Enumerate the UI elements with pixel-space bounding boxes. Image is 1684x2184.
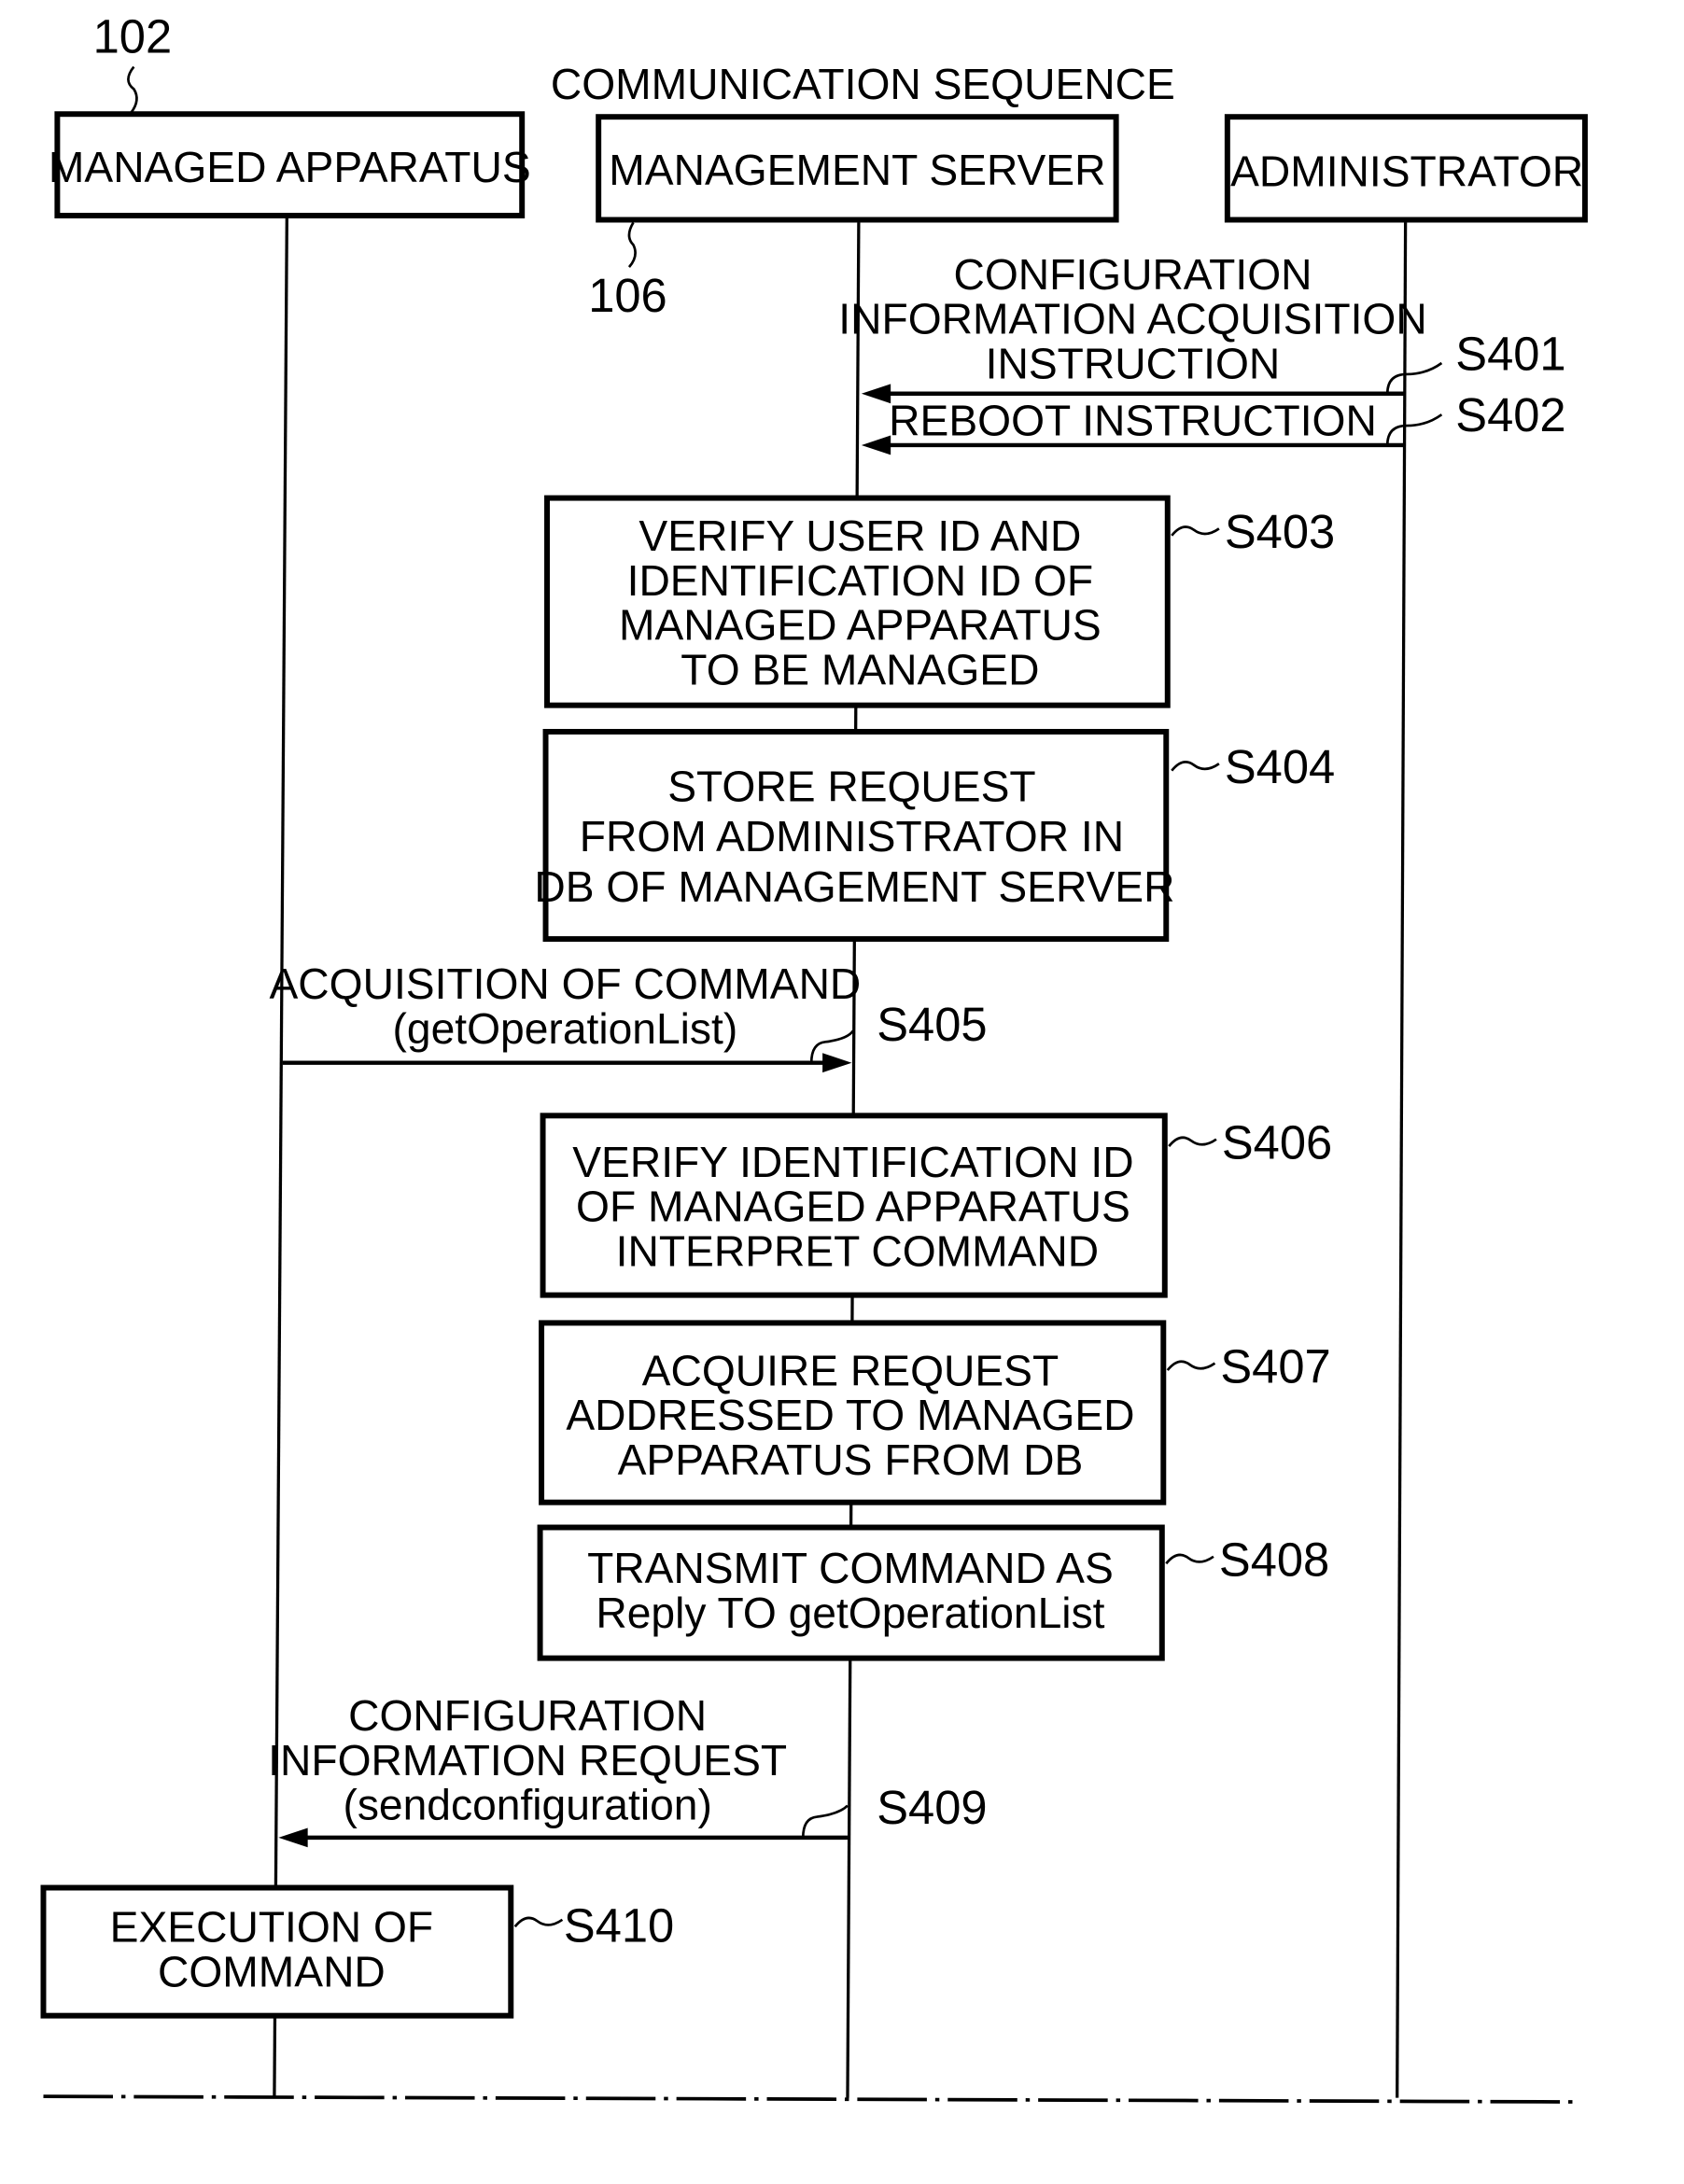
ref-leader-102 (127, 65, 138, 114)
participant-label: MANAGED APPARATUS (49, 143, 531, 191)
message-s402: REBOOT INSTRUCTION S402 (861, 388, 1566, 455)
svg-text:ACQUIRE REQUEST: ACQUIRE REQUEST (642, 1346, 1060, 1394)
ref-label-106: 106 (588, 269, 667, 322)
continuation-line (43, 2094, 1579, 2104)
arrowhead-icon (861, 384, 891, 404)
svg-text:VERIFY IDENTIFICATION ID: VERIFY IDENTIFICATION ID (572, 1138, 1133, 1186)
svg-text:INFORMATION REQUEST: INFORMATION REQUEST (268, 1736, 787, 1785)
svg-text:CONFIGURATION: CONFIGURATION (953, 250, 1312, 299)
svg-text:TRANSMIT COMMAND AS: TRANSMIT COMMAND AS (587, 1544, 1114, 1592)
ref-label-102: 102 (93, 10, 173, 63)
svg-text:FROM ADMINISTRATOR IN: FROM ADMINISTRATOR IN (580, 812, 1124, 861)
step-label: S406 (1222, 1116, 1332, 1169)
svg-text:REBOOT INSTRUCTION: REBOOT INSTRUCTION (889, 397, 1377, 445)
process-s404: STORE REQUEST FROM ADMINISTRATOR IN DB O… (534, 728, 1335, 943)
arrowhead-icon (278, 1827, 308, 1848)
diagram-title: COMMUNICATION SEQUENCE (551, 60, 1175, 108)
svg-text:(getOperationList): (getOperationList) (393, 1004, 738, 1053)
svg-text:INTERPRET COMMAND: INTERPRET COMMAND (616, 1226, 1099, 1275)
svg-text:Reply TO getOperationList: Reply TO getOperationList (596, 1589, 1104, 1637)
svg-text:ACQUISITION OF COMMAND: ACQUISITION OF COMMAND (270, 959, 862, 1008)
svg-text:ADDRESSED TO MANAGED: ADDRESSED TO MANAGED (566, 1391, 1134, 1439)
arrowhead-icon (822, 1053, 852, 1073)
svg-text:(sendconfiguration): (sendconfiguration) (343, 1781, 711, 1829)
svg-text:INFORMATION ACQUISITION: INFORMATION ACQUISITION (838, 295, 1426, 343)
step-label: S404 (1225, 740, 1335, 793)
svg-text:INSTRUCTION: INSTRUCTION (986, 339, 1281, 387)
svg-text:MANAGED APPARATUS: MANAGED APPARATUS (619, 601, 1102, 650)
svg-text:VERIFY USER ID AND: VERIFY USER ID AND (639, 511, 1081, 560)
participant-label: ADMINISTRATOR (1230, 147, 1583, 196)
svg-text:APPARATUS FROM DB: APPARATUS FROM DB (618, 1435, 1084, 1484)
process-s410: EXECUTION OF COMMAND S410 (40, 1884, 674, 2019)
svg-text:COMMAND: COMMAND (158, 1947, 386, 1995)
participant-label: MANAGEMENT SERVER (609, 146, 1105, 194)
participant-management-server: MANAGEMENT SERVER (596, 114, 1119, 223)
step-label: S402 (1455, 388, 1565, 441)
step-label: S403 (1225, 505, 1335, 558)
message-s401: CONFIGURATION INFORMATION ACQUISITION IN… (838, 250, 1566, 404)
ref-leader-106 (627, 221, 637, 269)
arrowhead-icon (861, 435, 891, 455)
sequence-diagram: COMMUNICATION SEQUENCE 102 106 MANAGED A… (40, 10, 1588, 2104)
lifeline-administrator (1396, 222, 1408, 2098)
message-s405: ACQUISITION OF COMMAND (getOperationList… (270, 959, 988, 1073)
step-label: S408 (1219, 1533, 1329, 1587)
process-s408: TRANSMIT COMMAND AS Reply TO getOperatio… (537, 1524, 1329, 1661)
message-s409: CONFIGURATION INFORMATION REQUEST (sendc… (268, 1691, 988, 1848)
step-label: S407 (1220, 1340, 1330, 1393)
step-label: S405 (877, 998, 987, 1051)
svg-text:IDENTIFICATION ID OF: IDENTIFICATION ID OF (627, 556, 1094, 605)
participant-managed-apparatus: MANAGED APPARATUS (49, 111, 531, 218)
svg-text:TO BE MANAGED: TO BE MANAGED (681, 645, 1039, 693)
svg-text:STORE REQUEST: STORE REQUEST (667, 762, 1035, 810)
step-label: S409 (877, 1781, 987, 1834)
process-s407: ACQUIRE REQUEST ADDRESSED TO MANAGED APP… (539, 1320, 1331, 1505)
svg-text:DB OF MANAGEMENT SERVER: DB OF MANAGEMENT SERVER (534, 862, 1174, 911)
svg-text:EXECUTION OF: EXECUTION OF (110, 1903, 433, 1952)
process-s403: VERIFY USER ID AND IDENTIFICATION ID OF … (544, 495, 1335, 708)
step-label: S410 (564, 1899, 674, 1953)
svg-text:OF MANAGED APPARATUS: OF MANAGED APPARATUS (576, 1183, 1130, 1231)
process-s406: VERIFY IDENTIFICATION ID OF MANAGED APPA… (540, 1113, 1332, 1298)
svg-text:CONFIGURATION: CONFIGURATION (348, 1691, 707, 1740)
step-label: S401 (1455, 327, 1565, 380)
lifeline-managed-apparatus (273, 217, 288, 2098)
participant-administrator: ADMINISTRATOR (1224, 114, 1588, 223)
